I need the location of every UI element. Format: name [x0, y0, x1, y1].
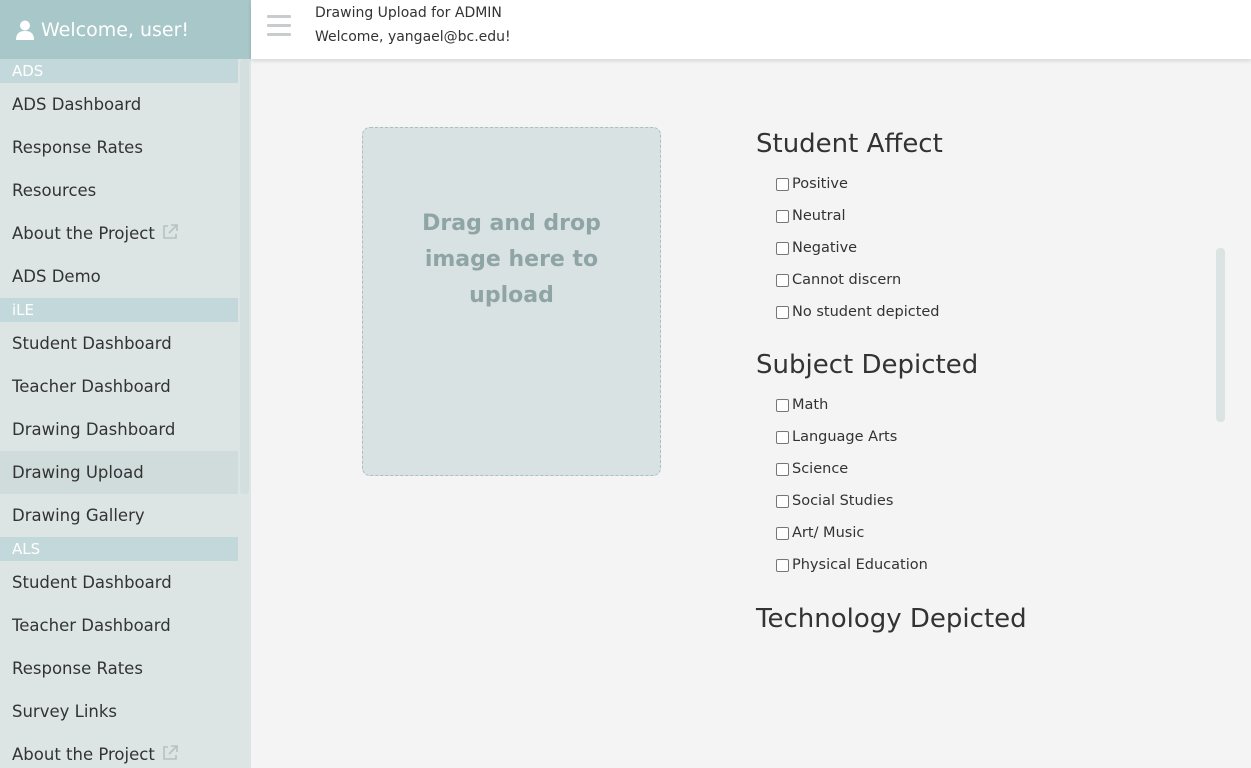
- sidebar-item-label: About the Project: [12, 745, 155, 764]
- sidebar-section-ads: ADS: [0, 59, 238, 83]
- sidebar-item-about-the-project[interactable]: About the Project: [0, 212, 238, 255]
- student-affect-title: Student Affect: [756, 129, 943, 159]
- checkbox[interactable]: [776, 241, 789, 255]
- sidebar-item-teacher-dashboard[interactable]: Teacher Dashboard: [0, 604, 238, 647]
- sidebar-item-label: Student Dashboard: [12, 334, 172, 353]
- checkbox-label: Negative: [792, 240, 858, 256]
- sidebar-nav: ADS ADS Dashboard Response Rates Resources A…: [0, 59, 238, 768]
- subject-option-science[interactable]: Science: [776, 459, 848, 479]
- sidebar-item-drawing-upload[interactable]: Drawing Upload: [0, 451, 238, 494]
- sidebar-item-label: Resources: [12, 181, 97, 200]
- checkbox[interactable]: [776, 273, 789, 287]
- sidebar-item-student-dashboard[interactable]: Student Dashboard: [0, 561, 238, 604]
- sidebar-item-label: Drawing Gallery: [12, 506, 145, 525]
- checkbox-label: Neutral: [792, 208, 846, 224]
- checkbox-label: No student depicted: [792, 304, 940, 320]
- checkbox[interactable]: [776, 494, 789, 508]
- sidebar-item-label: Response Rates: [12, 138, 143, 157]
- top-bar: Drawing Upload for ADMIN Welcome, yangae…: [251, 0, 1251, 59]
- subject-option-art-music[interactable]: Art/ Music: [776, 523, 864, 543]
- subject-option-social-studies[interactable]: Social Studies: [776, 491, 893, 511]
- sidebar-item-resources[interactable]: Resources: [0, 169, 238, 212]
- image-dropzone[interactable]: Drag and drop image here to upload: [362, 127, 661, 476]
- checkbox[interactable]: [776, 526, 789, 540]
- sidebar-item-label: Teacher Dashboard: [12, 616, 171, 635]
- sidebar-item-label: Drawing Dashboard: [12, 420, 176, 439]
- external-link-icon: [161, 214, 179, 239]
- sidebar-item-label: Teacher Dashboard: [12, 377, 171, 396]
- checkbox[interactable]: [776, 209, 789, 223]
- sidebar-item-label: ADS Dashboard: [12, 95, 142, 114]
- sidebar: Welcome, user! ADS ADS Dashboard Response …: [0, 0, 251, 768]
- checkbox-label: Art/ Music: [792, 525, 865, 541]
- sidebar-item-label: Survey Links: [12, 702, 118, 721]
- checkbox[interactable]: [776, 558, 789, 572]
- sidebar-item-about-the-project[interactable]: About the Project: [0, 733, 238, 768]
- checkbox[interactable]: [776, 430, 789, 444]
- sidebar-item-label: Student Dashboard: [12, 573, 172, 592]
- sidebar-item-drawing-gallery[interactable]: Drawing Gallery: [0, 494, 238, 537]
- checkbox-label: Social Studies: [792, 493, 894, 509]
- external-link-icon: [161, 735, 179, 760]
- subject-depicted-title: Subject Depicted: [756, 350, 979, 380]
- checkbox-label: Science: [792, 461, 849, 477]
- sidebar-item-ads-dashboard[interactable]: ADS Dashboard: [0, 83, 238, 126]
- sidebar-item-drawing-dashboard[interactable]: Drawing Dashboard: [0, 408, 238, 451]
- checkbox-label: Cannot discern: [792, 272, 902, 288]
- subject-option-language-arts[interactable]: Language Arts: [776, 427, 897, 447]
- affect-option-neutral[interactable]: Neutral: [776, 206, 846, 226]
- checkbox-label: Language Arts: [792, 429, 898, 445]
- sidebar-section-als: ALS: [0, 537, 238, 561]
- sidebar-header: Welcome, user!: [0, 0, 251, 59]
- technology-depicted-title: Technology Depicted: [756, 604, 1027, 634]
- sidebar-item-response-rates[interactable]: Response Rates: [0, 126, 238, 169]
- affect-option-negative[interactable]: Negative: [776, 238, 857, 258]
- checkbox-label: Math: [792, 397, 829, 413]
- content-scrollbar[interactable]: [1216, 248, 1225, 422]
- checkbox[interactable]: [776, 305, 789, 319]
- sidebar-item-label: ADS Demo: [12, 267, 101, 286]
- affect-option-positive[interactable]: Positive: [776, 174, 848, 194]
- sidebar-item-student-dashboard[interactable]: Student Dashboard: [0, 322, 238, 365]
- sidebar-item-label: About the Project: [12, 224, 155, 243]
- sidebar-scrollbar[interactable]: [240, 59, 249, 494]
- sidebar-item-ads-demo[interactable]: ADS Demo: [0, 255, 238, 298]
- affect-option-cannot-discern[interactable]: Cannot discern: [776, 270, 901, 290]
- sidebar-item-label: Response Rates: [12, 659, 143, 678]
- affect-option-no-student-depicted[interactable]: No student depicted: [776, 302, 940, 322]
- sidebar-item-survey-links[interactable]: Survey Links: [0, 690, 238, 733]
- sidebar-item-teacher-dashboard[interactable]: Teacher Dashboard: [0, 365, 238, 408]
- subject-option-physical-education[interactable]: Physical Education: [776, 555, 928, 575]
- page-title: Drawing Upload for ADMIN: [315, 5, 502, 21]
- hamburger-menu-icon[interactable]: [267, 15, 291, 37]
- dropzone-text: Drag and drop image here to upload: [422, 211, 601, 308]
- sidebar-item-response-rates[interactable]: Response Rates: [0, 647, 238, 690]
- sidebar-item-label: Drawing Upload: [12, 463, 144, 482]
- checkbox[interactable]: [776, 177, 789, 191]
- checkbox-label: Physical Education: [792, 557, 928, 573]
- sidebar-welcome: Welcome, user!: [41, 18, 190, 41]
- user-welcome: Welcome, yangael@bc.edu!: [315, 29, 511, 45]
- user-icon: [16, 20, 34, 40]
- checkbox[interactable]: [776, 398, 789, 412]
- checkbox[interactable]: [776, 462, 789, 476]
- subject-option-math[interactable]: Math: [776, 395, 828, 415]
- sidebar-section-ile: iLE: [0, 298, 238, 322]
- checkbox-label: Positive: [792, 176, 848, 192]
